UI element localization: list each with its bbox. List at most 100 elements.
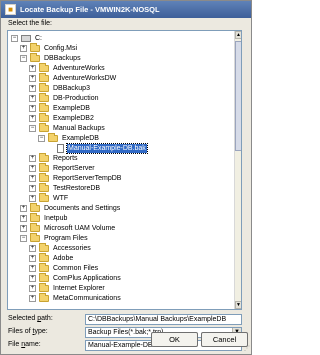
collapse-icon[interactable]: − [11, 35, 18, 42]
tree-item[interactable]: + Adobe [29, 253, 74, 263]
drive-icon [21, 35, 31, 42]
title-bar[interactable]: ■ Locate Backup File - VMWIN2K-NOSQL [1, 1, 251, 18]
app-icon: ■ [5, 4, 16, 15]
tree-item-label: Common Files [53, 265, 99, 272]
scroll-down-button[interactable]: ▼ [235, 301, 241, 309]
tree-item[interactable]: + WTF [29, 193, 69, 203]
tree-item-label: DB-Production [53, 95, 99, 102]
tree-item-label: ReportServer [53, 165, 95, 172]
tree-item-label: Internet Explorer [53, 285, 105, 292]
tree-item[interactable]: + Microsoft UAM Volume [20, 223, 116, 233]
tree-item[interactable]: + Reports [29, 153, 79, 163]
tree-item-label: Accessories [53, 245, 91, 252]
tree-item-label: ExampleDB2 [53, 115, 94, 122]
files-of-type-label-text: Files of type: [8, 328, 48, 335]
tree-item[interactable]: + AdventureWorks [29, 63, 106, 73]
tree-item[interactable]: + DB-Production [29, 93, 100, 103]
folder-icon [39, 273, 49, 282]
expand-icon[interactable]: + [29, 95, 36, 102]
tree-item[interactable]: + ReportServerTempDB [29, 173, 122, 183]
tree-item-label: ComPlus Applications [53, 275, 121, 282]
selected-path-field[interactable]: C:\DBBackups\Manual Backups\ExampleDB [85, 314, 242, 325]
folder-icon [39, 123, 49, 132]
locate-backup-file-dialog: ■ Locate Backup File - VMWIN2K-NOSQL Sel… [0, 0, 252, 355]
expand-icon[interactable]: + [20, 205, 27, 212]
tree-item-label: MetaCommunications [53, 295, 121, 302]
expand-icon[interactable]: + [29, 155, 36, 162]
expand-icon[interactable]: + [29, 295, 36, 302]
select-file-label: Select the file: [8, 20, 52, 27]
tree-item-label: AdventureWorksDW [53, 75, 117, 82]
folder-icon [39, 73, 49, 82]
folder-icon [39, 193, 49, 202]
tree-item[interactable]: − DBBackups [20, 53, 82, 63]
tree-item[interactable]: + ExampleDB2 [29, 113, 95, 123]
expand-icon[interactable]: + [29, 165, 36, 172]
collapse-icon[interactable]: − [20, 235, 27, 242]
tree-item-label: Documents and Settings [44, 205, 121, 212]
expand-icon[interactable]: + [29, 275, 36, 282]
collapse-icon[interactable]: − [29, 125, 36, 132]
tree-item[interactable]: − C: [11, 34, 43, 43]
resize-grip-icon[interactable]: ⋰ [242, 345, 250, 353]
selected-path-label: Selected path: [8, 315, 53, 322]
vertical-scrollbar[interactable]: ▲ ▼ [234, 31, 241, 309]
tree-item[interactable]: + Documents and Settings [20, 203, 121, 213]
expand-icon[interactable]: + [29, 115, 36, 122]
folder-icon [39, 243, 49, 252]
folder-icon [39, 253, 49, 262]
folder-tree[interactable]: − C: + Config.Msi − DBBackups + AdventureWorks +… [7, 30, 242, 310]
expand-icon[interactable]: + [29, 245, 36, 252]
folder-icon [48, 133, 58, 142]
folder-icon [39, 63, 49, 72]
tree-item-label: Program Files [44, 235, 88, 242]
expand-icon[interactable]: + [29, 75, 36, 82]
folder-icon [30, 43, 40, 52]
expand-icon[interactable]: + [20, 45, 27, 52]
tree-item-label: Manual-Example-DB.bak [66, 143, 148, 154]
expand-icon[interactable]: + [20, 215, 27, 222]
ok-button[interactable]: OK [151, 332, 198, 347]
expand-icon[interactable]: + [29, 65, 36, 72]
scroll-thumb[interactable] [235, 41, 241, 151]
expand-icon[interactable]: + [29, 185, 36, 192]
folder-icon [39, 113, 49, 122]
tree-item-label: ExampleDB [53, 105, 90, 112]
cancel-button[interactable]: Cancel [201, 332, 248, 347]
tree-item[interactable]: + Accessories [29, 243, 92, 253]
tree-item[interactable]: + ReportServer [29, 163, 96, 173]
tree-item[interactable]: Manual-Example-DB.bak [47, 143, 148, 154]
expand-icon[interactable]: + [29, 175, 36, 182]
tree-item[interactable]: + Internet Explorer [29, 283, 106, 293]
tree-item[interactable]: + MetaCommunications [29, 293, 122, 303]
collapse-icon[interactable]: − [20, 55, 27, 62]
collapse-icon[interactable]: − [38, 135, 45, 142]
tree-item[interactable]: − Program Files [20, 233, 89, 243]
tree-item-label: Reports [53, 155, 78, 162]
tree-item[interactable]: + ComPlus Applications [29, 273, 122, 283]
folder-icon [39, 173, 49, 182]
tree-item[interactable]: + Common Files [29, 263, 99, 273]
expand-icon[interactable]: + [20, 225, 27, 232]
tree-item[interactable]: + TestRestoreDB [29, 183, 101, 193]
tree-item[interactable]: + AdventureWorksDW [29, 73, 117, 83]
expand-icon[interactable]: + [29, 255, 36, 262]
folder-icon [39, 263, 49, 272]
tree-item[interactable]: − Manual Backups [29, 123, 106, 133]
expand-icon[interactable]: + [29, 285, 36, 292]
tree-item[interactable]: + DBBackup3 [29, 83, 91, 93]
tree-item[interactable]: − ExampleDB [38, 133, 100, 143]
scroll-up-button[interactable]: ▲ [235, 31, 241, 39]
file-icon [57, 144, 64, 153]
tree-item[interactable]: + Inetpub [20, 213, 68, 223]
expand-icon[interactable]: + [29, 195, 36, 202]
tree-item[interactable]: + Config.Msi [20, 43, 78, 53]
expand-icon[interactable]: + [29, 105, 36, 112]
expand-icon[interactable]: + [29, 85, 36, 92]
file-name-label: File name: [8, 341, 41, 348]
folder-icon [39, 183, 49, 192]
folder-icon [39, 153, 49, 162]
tree-item[interactable]: + ExampleDB [29, 103, 91, 113]
expand-icon[interactable]: + [29, 265, 36, 272]
tree-item-label: Microsoft UAM Volume [44, 225, 116, 232]
